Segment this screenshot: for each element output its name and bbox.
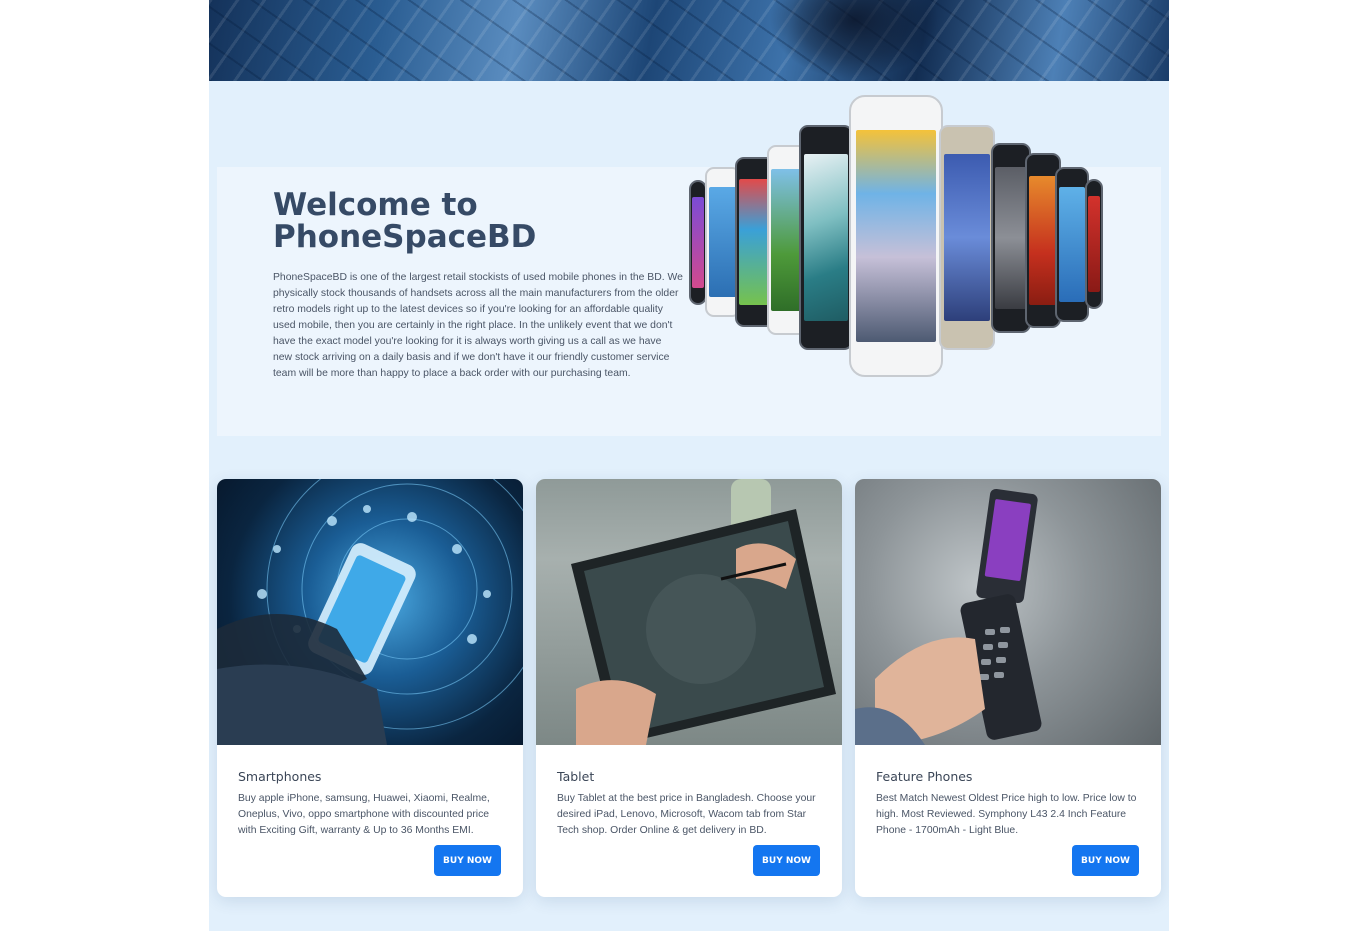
hero-banner-image	[209, 0, 1169, 81]
card-description: Best Match Newest Oldest Price high to l…	[876, 793, 1137, 836]
smartphones-image	[217, 479, 523, 745]
card-title: Tablet	[557, 769, 595, 784]
tablet-image	[536, 479, 842, 745]
buy-now-button[interactable]: BUY NOW	[1072, 845, 1139, 876]
category-card-smartphones: Smartphones Buy apple iPhone, samsung, H…	[217, 479, 523, 897]
category-card-feature-phones: Feature Phones Best Match Newest Oldest …	[855, 479, 1161, 897]
card-description: Buy Tablet at the best price in Banglade…	[557, 793, 816, 836]
buy-now-button[interactable]: BUY NOW	[434, 845, 501, 876]
card-title: Smartphones	[238, 769, 322, 784]
card-title: Feature Phones	[876, 769, 973, 784]
category-card-tablet: Tablet Buy Tablet at the best price in B…	[536, 479, 842, 897]
welcome-description: PhoneSpaceBD is one of the largest retai…	[273, 272, 683, 379]
welcome-title: Welcome to PhoneSpaceBD	[273, 187, 537, 255]
card-description: Buy apple iPhone, samsung, Huawei, Xiaom…	[238, 793, 490, 836]
buy-now-button[interactable]: BUY NOW	[753, 845, 820, 876]
page-container: Welcome to PhoneSpaceBD PhoneSpaceBD is …	[209, 0, 1169, 931]
phones-lineup-image	[689, 95, 1109, 385]
feature-phones-image	[855, 479, 1161, 745]
